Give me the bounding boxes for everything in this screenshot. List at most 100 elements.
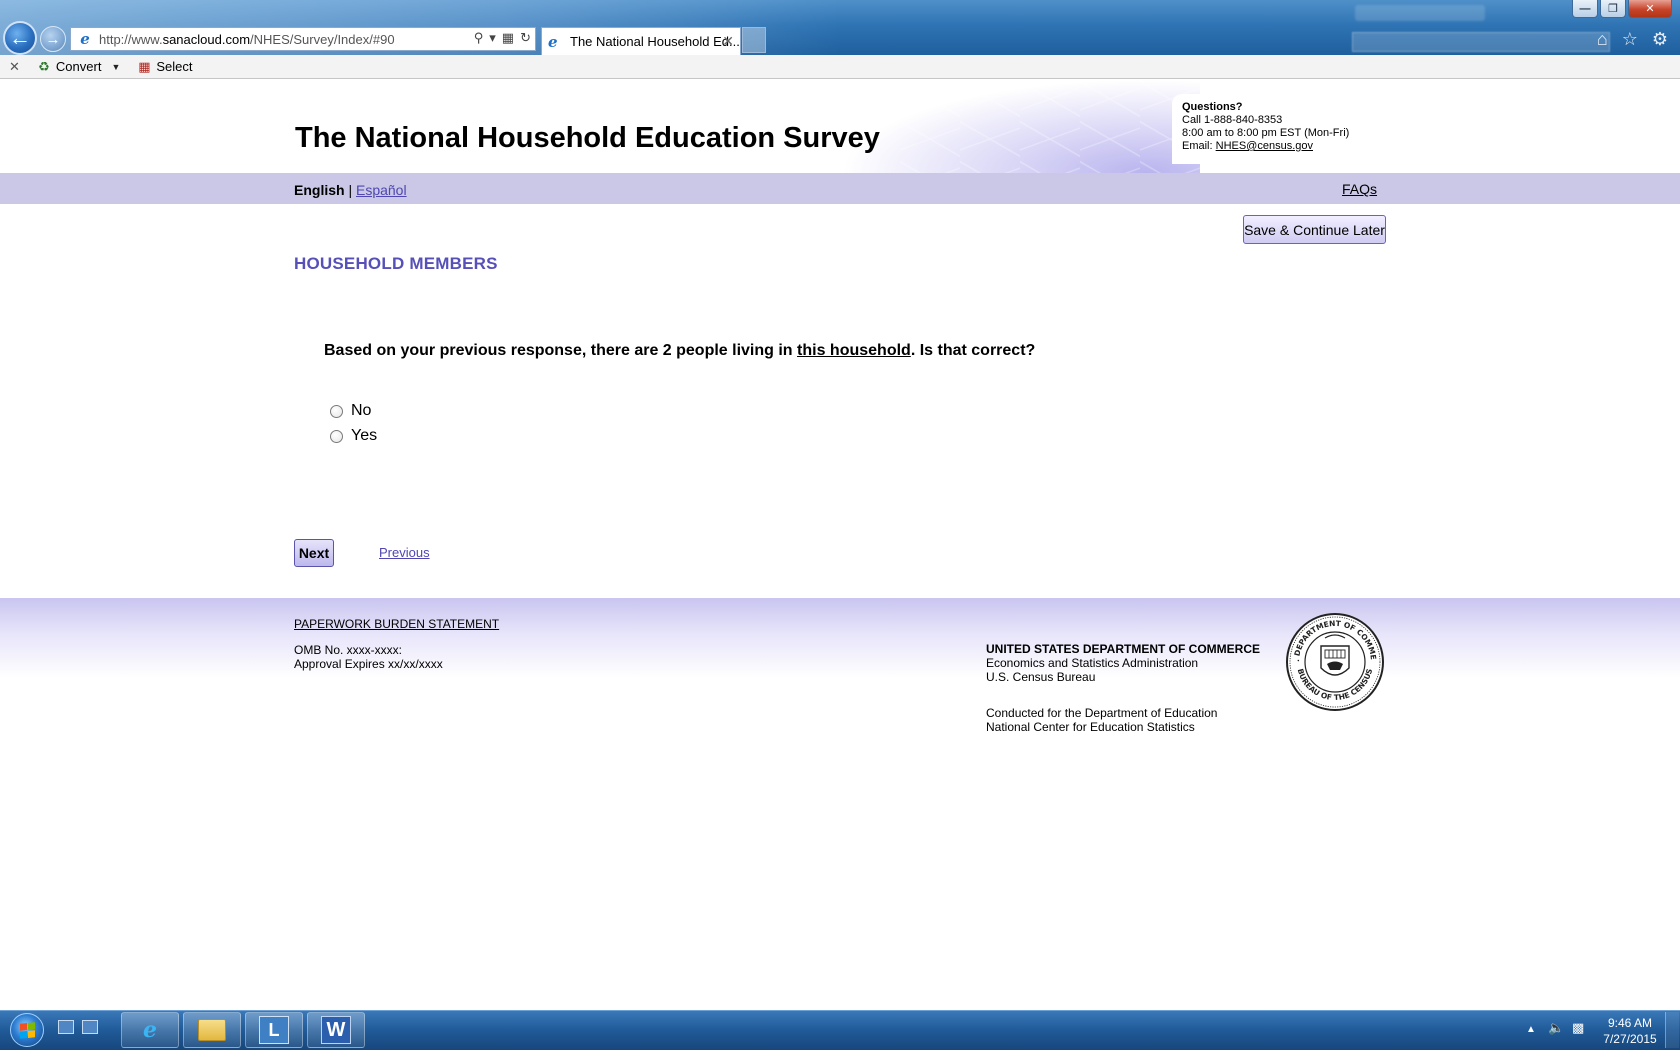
url-prefix: http://www. [99,31,163,47]
dropdown-icon[interactable]: ▾ [489,30,496,46]
volume-icon[interactable]: 🔈 [1548,1020,1564,1036]
option-no[interactable]: No [330,402,371,420]
minimize-icon: — [1579,2,1591,15]
convert-label: Convert [55,59,102,74]
browser-titlebar: ← → e http://www.sanacloud.com/NHES/Surv… [0,0,1680,55]
site-title: The National Household Education Survey [295,122,880,154]
footer-band [0,598,1680,678]
previous-link[interactable]: Previous [379,545,430,560]
contact-phone: Call 1-888-840-8353 [1182,114,1283,126]
gear-icon[interactable]: ⚙ [1652,29,1668,50]
blurred-account [1355,5,1485,21]
spanish-language-link[interactable]: Español [356,182,407,198]
arrow-left-icon: ← [9,25,31,50]
window-controls: — ❐ ✕ [1572,0,1672,18]
blurred-search-box[interactable] [1352,32,1610,52]
compat-view-icon[interactable]: ▦ [502,30,514,46]
this-household-link[interactable]: this household [797,342,911,359]
new-tab-button[interactable] [742,27,766,53]
search-icon[interactable]: ⚲ [474,30,484,46]
internet-explorer-icon: e [80,30,90,48]
omb-number: OMB No. xxxx-xxxx: [294,643,403,657]
contact-email-link[interactable]: NHES@census.gov [1216,140,1313,152]
url-domain: sanacloud.com [162,31,251,47]
internet-explorer-icon: e [548,32,558,51]
taskbar-word[interactable]: W [307,1012,365,1048]
refresh-icon[interactable]: ↻ [520,30,531,46]
language-bar [0,173,1680,204]
next-button[interactable]: Next [294,539,334,567]
contact-hours: 8:00 am to 8:00 pm EST (Mon-Fri) [1182,127,1350,139]
lync-icon: L [259,1016,289,1044]
network-icon[interactable]: ▩ [1572,1020,1584,1036]
word-icon: W [321,1016,351,1044]
home-icon[interactable]: ⌂ [1597,29,1608,50]
select-label: Select [156,59,193,74]
convert-dropdown-icon[interactable]: ▼ [111,62,120,72]
current-language: English [294,182,345,198]
show-desktop-quick-icon[interactable] [58,1020,74,1034]
contact-email-label: Email: [1182,140,1216,152]
taskbar-internet-explorer[interactable]: e [121,1012,179,1048]
taskbar-file-explorer[interactable] [183,1012,241,1048]
star-icon[interactable]: ☆ [1622,29,1638,50]
contact-heading: Questions? [1182,101,1243,113]
language-separator: | [344,182,356,198]
radio-no[interactable] [330,404,343,418]
close-icon: ✕ [1645,3,1655,15]
address-url[interactable]: http://www.sanacloud.com/NHES/Survey/Ind… [99,32,395,47]
close-window-button[interactable]: ✕ [1628,0,1672,18]
convert-button[interactable]: ♻ Convert [36,58,102,75]
show-desktop-button[interactable] [1665,1012,1679,1048]
faqs-link[interactable]: FAQs [1342,181,1377,197]
select-button[interactable]: ▦ Select [136,59,192,75]
header-pattern [900,79,1200,173]
approval-expires: Approval Expires xx/xx/xxxx [294,657,443,671]
contact-info: Questions? Call 1-888-840-8353 8:00 am t… [1172,94,1392,164]
system-clock[interactable]: 9:46 AM 7/27/2015 [1595,1015,1665,1047]
omb-info: OMB No. xxxx-xxxx: Approval Expires xx/x… [294,643,443,671]
conducted-for: Conducted for the Department of Educatio… [986,706,1217,734]
dept-bureau: U.S. Census Bureau [986,670,1096,684]
question-text: Based on your previous response, there a… [324,342,1035,360]
tray-expand-icon[interactable]: ▲ [1526,1024,1536,1035]
forward-button[interactable]: → [40,26,66,52]
address-bar[interactable]: e http://www.sanacloud.com/NHES/Survey/I… [70,27,536,51]
windows-logo-icon [10,1013,44,1047]
question-prefix: Based on your previous response, there a… [324,342,798,359]
contact-email-row: Email: NHES@census.gov [1182,140,1382,153]
pdf-select-icon: ▦ [138,58,151,74]
tab-title: The National Household Ed... [570,34,740,49]
taskbar-lync[interactable]: L [245,1012,303,1048]
option-no-label: No [351,402,372,419]
start-button[interactable] [4,1012,50,1048]
arrow-right-icon: → [45,30,61,48]
clock-time: 9:46 AM [1607,1016,1653,1030]
command-bar: ✕ ♻ Convert ▼ ▦ Select [0,55,1680,79]
option-yes[interactable]: Yes [330,427,377,445]
option-yes-label: Yes [351,427,378,444]
restore-icon: ❐ [1608,3,1618,15]
browser-tab-active[interactable]: e The National Household Ed... ✕ [541,27,741,55]
folder-icon [198,1019,226,1041]
save-continue-later-button[interactable]: Save & Continue Later [1243,215,1386,244]
window-title-blurred [130,5,730,19]
switch-windows-icon[interactable] [82,1020,98,1034]
conducted-line1: Conducted for the Department of Educatio… [986,706,1218,720]
section-title: HOUSEHOLD MEMBERS [294,254,498,273]
paperwork-burden-link[interactable]: PAPERWORK BURDEN STATEMENT [294,617,499,631]
census-bureau-seal-icon: U.S. DEPARTMENT OF COMMERCE BUREAU OF TH… [1285,612,1384,711]
minimize-button[interactable]: — [1572,0,1598,18]
language-switcher: English | Español [294,182,407,198]
radio-yes[interactable] [330,429,343,443]
close-tab-icon[interactable]: ✕ [722,33,734,50]
clock-date: 7/27/2015 [1603,1032,1657,1046]
internet-explorer-icon: e [143,1017,157,1043]
back-button[interactable]: ← [3,21,37,55]
restore-button[interactable]: ❐ [1600,0,1626,18]
convert-icon: ♻ [38,58,50,74]
close-toolbar-icon[interactable]: ✕ [9,59,20,75]
url-path: /NHES/Survey/Index/#90 [250,31,395,47]
department-info: UNITED STATES DEPARTMENT OF COMMERCE Eco… [986,642,1260,684]
address-bar-actions: ⚲ ▾ ▦ ↻ [474,30,531,46]
